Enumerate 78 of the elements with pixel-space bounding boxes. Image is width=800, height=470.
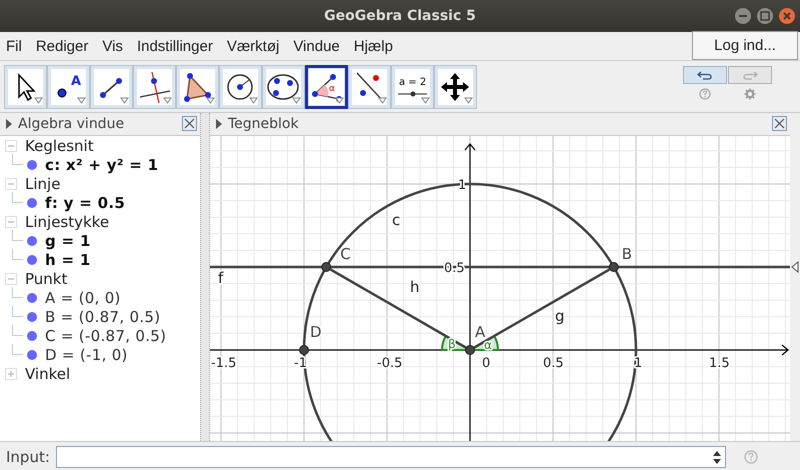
window-title: GeoGebra Classic 5 [324, 8, 476, 24]
menu-item[interactable]: Rediger [36, 38, 88, 54]
x-tick-label: 0.5 [543, 356, 564, 371]
visibility-dot[interactable] [27, 198, 37, 208]
menu-item[interactable]: Værktøj [226, 38, 280, 54]
point[interactable] [299, 345, 309, 355]
visibility-dot[interactable] [27, 330, 37, 340]
collapse-triangle-icon[interactable] [6, 119, 12, 129]
tool-button[interactable] [4, 64, 47, 108]
maximize-icon[interactable] [756, 7, 774, 25]
x-tick-label: -0.5 [377, 356, 402, 371]
angle-label: α [484, 338, 492, 352]
settings-icon[interactable] [744, 88, 756, 100]
category-label: Linjestykke [25, 212, 110, 230]
tool-button[interactable] [262, 64, 305, 108]
menu-item[interactable]: Fil [6, 38, 22, 54]
category-label: Keglesnit [25, 136, 94, 154]
angle-label: β [448, 337, 456, 351]
point-label: C [340, 245, 351, 263]
login-button[interactable]: Log ind... [692, 31, 798, 60]
redo-arrow-icon [742, 70, 758, 80]
visibility-dot[interactable] [27, 160, 37, 170]
expand-triangle-icon[interactable] [791, 261, 799, 273]
x-tick-label: 1.5 [709, 356, 730, 371]
point-label: A [475, 323, 486, 341]
algebra-entry[interactable]: A = (0, 0) [45, 288, 121, 306]
algebra-entry[interactable]: D = (-1, 0) [45, 346, 128, 364]
minimize-icon[interactable] [734, 7, 752, 25]
menu-item[interactable]: Indstillinger [136, 38, 213, 54]
point[interactable] [321, 262, 332, 272]
object-label: f [218, 269, 224, 287]
algebra-entry[interactable]: C = (-0.87, 0.5) [45, 326, 166, 344]
point-label: B [622, 245, 632, 263]
algebra-entry[interactable]: g = 1 [45, 232, 91, 250]
input-label: Input: [6, 448, 50, 466]
x-tick-label: 0 [482, 356, 490, 371]
panel-title: Algebra vindue [18, 116, 124, 132]
close-icon[interactable] [778, 7, 796, 25]
tool-button[interactable] [133, 64, 176, 108]
category-label: Vinkel [25, 364, 70, 382]
object-label: c [392, 211, 400, 229]
algebra-entry[interactable]: B = (0.87, 0.5) [45, 308, 160, 326]
visibility-dot[interactable] [27, 350, 37, 360]
menu-item[interactable]: Vindue [293, 38, 340, 54]
point[interactable] [608, 262, 619, 272]
tool-button[interactable] [219, 64, 262, 108]
algebra-entry[interactable]: c: x² + y² = 1 [45, 156, 158, 174]
tool-button[interactable] [176, 64, 219, 108]
tool-button[interactable] [348, 64, 391, 108]
point[interactable] [465, 345, 475, 355]
algebra-entry[interactable]: f: y = 0.5 [45, 194, 126, 212]
menu-item[interactable]: Vis [102, 38, 123, 54]
input-field[interactable] [56, 446, 726, 468]
object-label: h [410, 278, 420, 296]
undo-button[interactable] [683, 66, 727, 84]
visibility-dot[interactable] [27, 312, 37, 322]
undo-arrow-icon [697, 70, 713, 80]
menu-item[interactable]: Hjælp [354, 38, 393, 54]
tool-button[interactable]: α [305, 64, 348, 108]
object-label: g [555, 307, 565, 325]
close-icon[interactable] [182, 116, 197, 131]
tool-button[interactable] [90, 64, 133, 108]
panel-title: Tegneblok [228, 116, 299, 132]
history-arrows-icon[interactable] [712, 450, 721, 464]
close-icon[interactable] [772, 116, 787, 131]
collapse-triangle-icon[interactable] [216, 119, 222, 129]
category-label: Punkt [25, 270, 68, 288]
category-label: Linje [25, 174, 60, 192]
point-label: D [310, 323, 322, 341]
algebra-entry[interactable]: h = 1 [45, 250, 91, 268]
tool-button[interactable] [434, 64, 477, 108]
tool-button[interactable]: A [47, 64, 90, 108]
x-tick-label: -1.5 [211, 356, 236, 371]
visibility-dot[interactable] [27, 254, 37, 264]
tool-button[interactable]: a = 2 [391, 64, 434, 108]
visibility-dot[interactable] [27, 236, 37, 246]
visibility-dot[interactable] [27, 292, 37, 302]
segment[interactable] [474, 268, 610, 349]
